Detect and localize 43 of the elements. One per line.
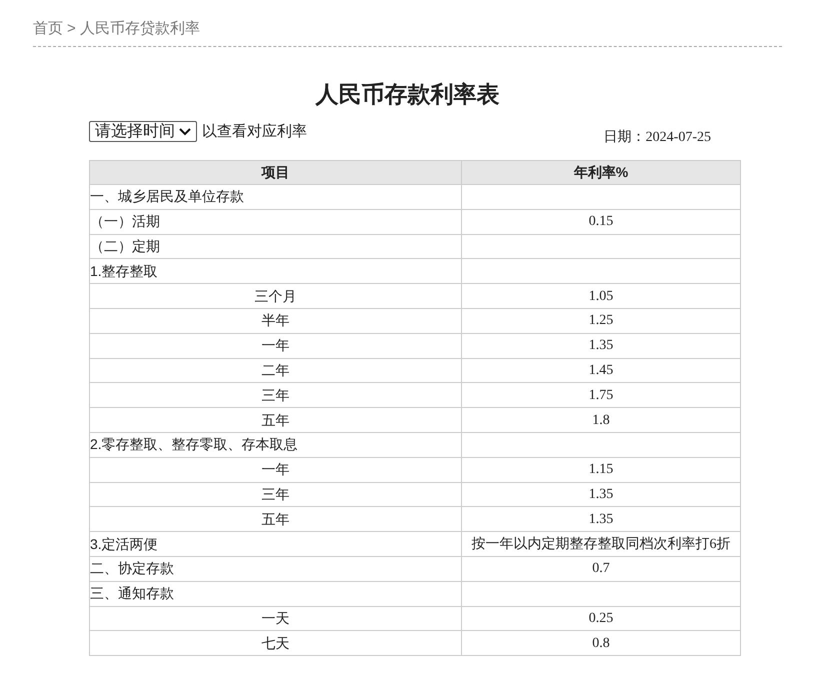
item-cell: 五年 bbox=[90, 408, 462, 432]
item-cell: 一天 bbox=[90, 606, 462, 631]
item-cell: 三个月 bbox=[90, 284, 462, 308]
item-cell: （一）活期 bbox=[90, 209, 462, 234]
page-title: 人民币存款利率表 bbox=[316, 80, 500, 108]
item-cell: 五年 bbox=[90, 506, 462, 532]
rate-cell: 0.7 bbox=[462, 556, 740, 582]
home-link[interactable]: 首页 bbox=[33, 18, 63, 40]
item-cell: 3.定活两便 bbox=[90, 532, 462, 556]
breadcrumb-separator: > bbox=[67, 19, 76, 39]
rate-cell: 1.15 bbox=[462, 457, 740, 482]
rate-cell: 0.15 bbox=[462, 209, 740, 234]
item-cell: 三年 bbox=[90, 382, 462, 408]
time-select[interactable]: 请选择时间 bbox=[89, 121, 197, 142]
column-header: 项目 bbox=[90, 160, 462, 184]
rate-cell: 0.8 bbox=[462, 630, 740, 656]
date-text: 日期：2024-07-25 bbox=[604, 128, 711, 147]
rate-cell: 1.25 bbox=[462, 308, 740, 334]
item-cell: 2.零存整取、整存零取、存本取息 bbox=[90, 432, 462, 458]
item-cell: 一、城乡居民及单位存款 bbox=[90, 184, 462, 210]
item-cell: 半年 bbox=[90, 308, 462, 334]
item-cell: 二、协定存款 bbox=[90, 556, 462, 582]
select-hint: 以查看对应利率 bbox=[202, 122, 307, 142]
rate-cell: 1.8 bbox=[462, 408, 740, 432]
item-cell: 二年 bbox=[90, 358, 462, 383]
item-cell: 一年 bbox=[90, 333, 462, 358]
rate-cell: 1.75 bbox=[462, 382, 740, 408]
chevron-down-icon bbox=[179, 128, 191, 136]
item-cell: 一年 bbox=[90, 457, 462, 482]
item-cell: （二）定期 bbox=[90, 234, 462, 259]
rate-cell: 0.25 bbox=[462, 606, 740, 631]
rate-cell: 1.05 bbox=[462, 284, 740, 308]
column-header: 年利率% bbox=[462, 160, 740, 184]
breadcrumb-current: 人民币存贷款利率 bbox=[80, 19, 200, 39]
item-cell: 1.整存整取 bbox=[90, 258, 462, 284]
rate-cell: 1.35 bbox=[462, 333, 740, 358]
rate-cell: 1.45 bbox=[462, 358, 740, 383]
rate-cell: 按一年以内定期整存整取同档次利率打6折 bbox=[462, 532, 740, 556]
item-cell: 三、通知存款 bbox=[90, 581, 462, 606]
item-cell: 七天 bbox=[90, 630, 462, 656]
rate-cell: 1.35 bbox=[462, 482, 740, 507]
rate-cell: 1.35 bbox=[462, 506, 740, 532]
item-cell: 三年 bbox=[90, 482, 462, 507]
